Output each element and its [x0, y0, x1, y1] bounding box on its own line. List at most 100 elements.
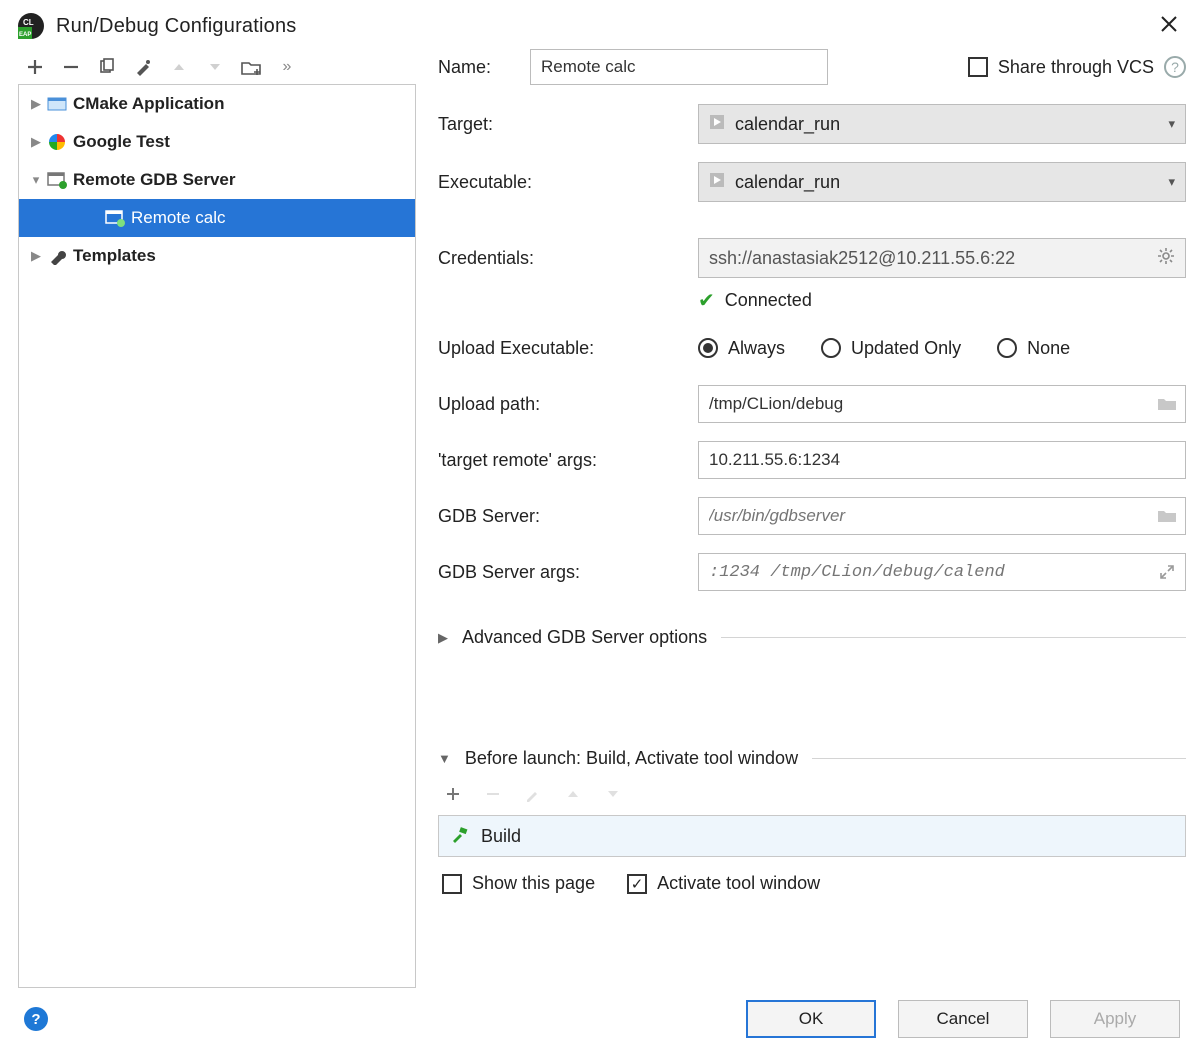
connection-status: ✔ Connected: [698, 288, 1186, 313]
tree-item-remote-gdb-server[interactable]: ▾ Remote GDB Server: [19, 161, 415, 199]
expand-icon[interactable]: [1149, 554, 1185, 590]
target-label: Target:: [438, 114, 698, 135]
executable-value: calendar_run: [735, 172, 840, 193]
remove-config-button[interactable]: [60, 56, 82, 78]
gdb-server-label: GDB Server:: [438, 506, 698, 527]
before-launch-toolbar: [438, 769, 1186, 815]
move-up-button: [168, 56, 190, 78]
advanced-section-toggle[interactable]: ▶ Advanced GDB Server options: [438, 627, 1186, 648]
target-value: calendar_run: [735, 114, 840, 135]
gdb-server-input[interactable]: [699, 498, 1149, 534]
gdb-server-args-input[interactable]: [699, 554, 1149, 590]
add-config-button[interactable]: [24, 56, 46, 78]
separator-line: [812, 758, 1186, 759]
upload-path-input[interactable]: [699, 386, 1149, 422]
hammer-icon: [451, 825, 469, 848]
folder-button[interactable]: [240, 56, 262, 78]
apply-label: Apply: [1094, 1009, 1137, 1029]
move-task-up-button: [562, 783, 584, 805]
cmake-icon: [45, 96, 69, 112]
tree-item-cmake-application[interactable]: ▶ CMake Application: [19, 85, 415, 123]
ok-button[interactable]: OK: [746, 1000, 876, 1038]
browse-icon[interactable]: [1149, 386, 1185, 422]
gdb-server-field: [698, 497, 1186, 535]
add-task-button[interactable]: [442, 783, 464, 805]
credentials-label: Credentials:: [438, 248, 698, 269]
upload-none-radio[interactable]: None: [997, 338, 1070, 359]
gear-icon[interactable]: [1157, 247, 1175, 270]
target-remote-args-input[interactable]: [699, 442, 1185, 478]
help-icon[interactable]: ?: [1164, 56, 1186, 78]
before-launch-section-toggle[interactable]: ▼ Before launch: Build, Activate tool wi…: [438, 748, 1186, 769]
activate-window-checkbox[interactable]: Activate tool window: [627, 873, 820, 894]
tree-item-label: Google Test: [73, 132, 170, 152]
chevron-down-icon: ▼: [438, 751, 451, 766]
upload-updated-radio[interactable]: Updated Only: [821, 338, 961, 359]
upload-always-radio[interactable]: Always: [698, 338, 785, 359]
tree-item-google-test[interactable]: ▶ Google Test: [19, 123, 415, 161]
show-page-label: Show this page: [472, 873, 595, 894]
status-text: Connected: [725, 290, 812, 311]
cancel-button[interactable]: Cancel: [898, 1000, 1028, 1038]
target-dropdown[interactable]: calendar_run ▾: [698, 104, 1186, 144]
more-button[interactable]: »: [276, 56, 298, 78]
tree-item-remote-calc[interactable]: Remote calc: [19, 199, 415, 237]
dialog-footer: ? OK Cancel Apply: [0, 988, 1204, 1056]
chevron-right-icon: ▶: [27, 96, 45, 112]
chevron-down-icon: ▾: [1168, 116, 1175, 132]
copy-config-button[interactable]: [96, 56, 118, 78]
credentials-field[interactable]: ssh://anastasiak2512@10.211.55.6:22: [698, 238, 1186, 278]
tree-item-label: CMake Application: [73, 94, 224, 114]
chevron-down-icon: ▾: [1168, 174, 1175, 190]
svg-text:EAP: EAP: [19, 32, 31, 38]
chevron-right-icon: ▶: [27, 248, 45, 264]
advanced-label: Advanced GDB Server options: [462, 627, 707, 648]
check-icon: ✔: [698, 288, 715, 313]
activate-window-label: Activate tool window: [657, 873, 820, 894]
separator-line: [721, 637, 1186, 638]
chevron-right-icon: ▶: [438, 630, 448, 646]
window-title: Run/Debug Configurations: [56, 15, 297, 38]
cancel-label: Cancel: [937, 1009, 990, 1029]
tree-item-label: Remote calc: [131, 208, 225, 228]
upload-exec-radio-group: Always Updated Only None: [698, 338, 1186, 359]
gdb-server-args-field: [698, 553, 1186, 591]
remote-gdb-icon: [45, 171, 69, 189]
target-remote-args-field: [698, 441, 1186, 479]
google-test-icon: [45, 132, 69, 152]
edit-task-button: [522, 783, 544, 805]
upload-path-field: [698, 385, 1186, 423]
before-launch-label: Before launch: Build, Activate tool wind…: [465, 748, 798, 769]
browse-icon[interactable]: [1149, 498, 1185, 534]
tree-item-templates[interactable]: ▶ Templates: [19, 237, 415, 275]
before-launch-item-label: Build: [481, 826, 521, 847]
title-bar: CL EAP Run/Debug Configurations: [0, 0, 1204, 48]
radio-label: Updated Only: [851, 338, 961, 359]
ok-label: OK: [799, 1009, 824, 1029]
share-vcs-label: Share through VCS: [998, 57, 1154, 78]
name-input[interactable]: [530, 49, 828, 85]
move-task-down-button: [602, 783, 624, 805]
help-button[interactable]: ?: [24, 1007, 48, 1031]
apply-button: Apply: [1050, 1000, 1180, 1038]
close-button[interactable]: [1152, 9, 1186, 43]
gdb-server-args-label: GDB Server args:: [438, 562, 698, 583]
svg-text:CL: CL: [23, 18, 34, 27]
tree-item-label: Templates: [73, 246, 156, 266]
share-vcs-checkbox[interactable]: Share through VCS: [968, 57, 1154, 78]
executable-dropdown[interactable]: calendar_run ▾: [698, 162, 1186, 202]
settings-button[interactable]: [132, 56, 154, 78]
tree-item-label: Remote GDB Server: [73, 170, 236, 190]
config-tree[interactable]: ▶ CMake Application ▶ Google Test: [18, 84, 416, 988]
name-label: Name:: [438, 57, 530, 78]
before-launch-item-build[interactable]: Build: [438, 815, 1186, 857]
radio-label: None: [1027, 338, 1070, 359]
chevron-down-icon: ▾: [27, 172, 45, 188]
clion-app-icon: CL EAP: [18, 13, 44, 39]
move-down-button: [204, 56, 226, 78]
executable-label: Executable:: [438, 172, 698, 193]
show-page-checkbox[interactable]: Show this page: [442, 873, 595, 894]
wrench-icon: [45, 247, 69, 265]
upload-exec-label: Upload Executable:: [438, 338, 698, 359]
target-remote-args-label: 'target remote' args:: [438, 450, 698, 471]
